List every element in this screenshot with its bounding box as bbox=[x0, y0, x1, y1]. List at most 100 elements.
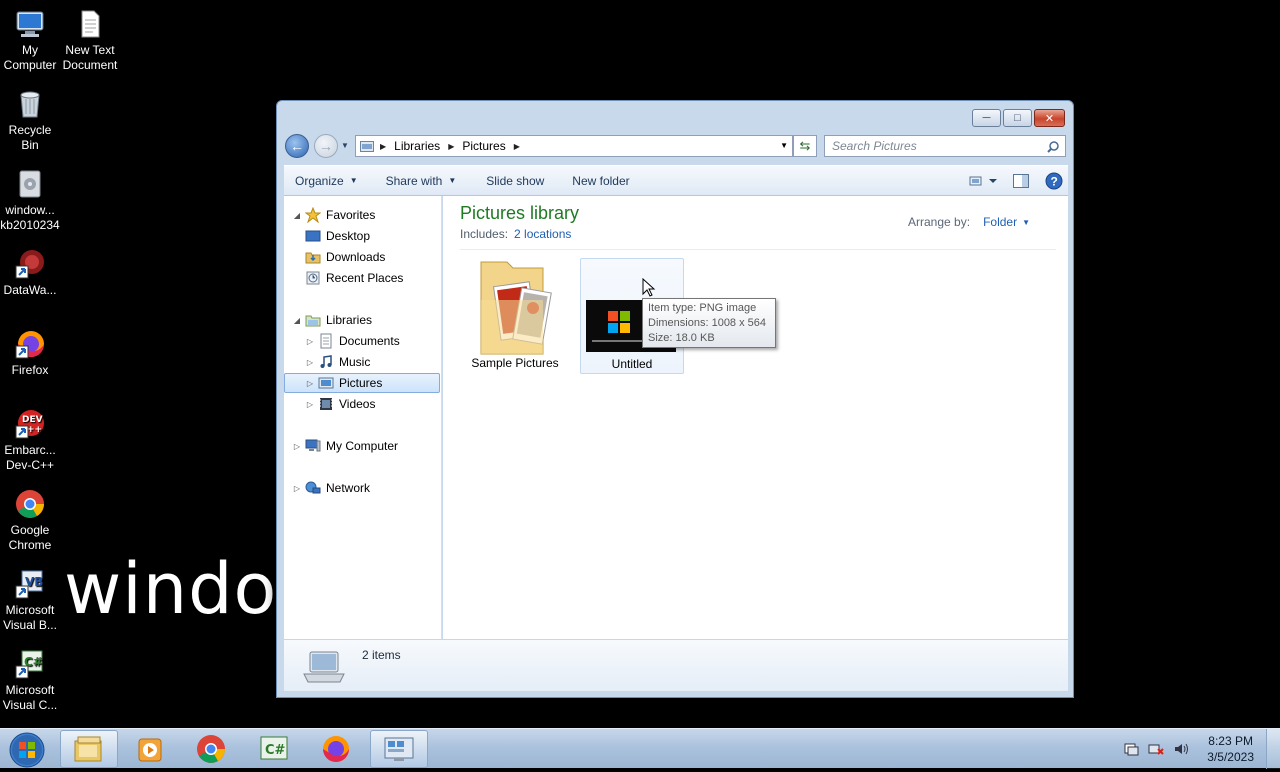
desktop-icon-firefox[interactable]: Firefox bbox=[0, 328, 60, 378]
tree-item-desktop[interactable]: Desktop bbox=[305, 226, 370, 246]
breadcrumb-chevron-icon[interactable]: ▶ bbox=[380, 142, 386, 151]
videos-icon bbox=[318, 396, 334, 412]
tree-item-my-computer[interactable]: ▷ My Computer bbox=[292, 436, 398, 456]
collapse-icon[interactable]: ◢ bbox=[292, 211, 302, 220]
change-view-button[interactable] bbox=[966, 169, 1002, 193]
firefox-icon bbox=[14, 328, 46, 360]
start-button[interactable] bbox=[7, 731, 47, 769]
desktop-icon-visual-basic[interactable]: VB Microsoft Visual B... bbox=[0, 568, 60, 633]
help-button[interactable]: ? bbox=[1040, 169, 1068, 193]
desktop-icon-label: New Text Document bbox=[62, 43, 118, 72]
slide-show-label: Slide show bbox=[486, 173, 545, 188]
desktop-icon-new-text-document[interactable]: New Text Document bbox=[60, 8, 120, 73]
preview-pane-button[interactable] bbox=[1007, 169, 1035, 193]
tree-item-videos[interactable]: ▷ Videos bbox=[305, 394, 376, 414]
tree-item-libraries[interactable]: ◢ Libraries bbox=[292, 310, 372, 330]
forward-button[interactable]: → bbox=[314, 134, 338, 158]
taskbar-explorer[interactable] bbox=[60, 730, 118, 768]
taskbar-control-panel[interactable] bbox=[370, 730, 428, 768]
refresh-button[interactable]: ⇆ bbox=[793, 135, 817, 157]
explorer-window[interactable]: ─ □ ✕ ← → ▼ ▶ Libraries ▶ Pictures ▶ ▼ ⇆… bbox=[276, 100, 1074, 698]
search-icon[interactable] bbox=[1047, 139, 1059, 153]
expand-icon[interactable]: ▷ bbox=[292, 484, 302, 493]
tree-item-network[interactable]: ▷ Network bbox=[292, 478, 370, 498]
view-controls: ? bbox=[961, 169, 1068, 193]
network-disconnected-icon[interactable] bbox=[1147, 740, 1165, 758]
tree-item-music[interactable]: ▷ Music bbox=[305, 352, 370, 372]
desktop-icon-label: Firefox bbox=[11, 363, 49, 377]
show-desktop-button[interactable] bbox=[1266, 729, 1280, 769]
tree-item-recent-places[interactable]: Recent Places bbox=[305, 268, 403, 288]
tooltip-dimensions: Dimensions: 1008 x 564 bbox=[648, 317, 767, 329]
organize-menu[interactable]: Organize ▼ bbox=[286, 169, 367, 193]
star-icon bbox=[304, 206, 322, 224]
search-placeholder: Search Pictures bbox=[832, 139, 917, 153]
caret-down-icon: ▼ bbox=[448, 176, 457, 185]
network-icon bbox=[305, 480, 321, 496]
caret-down-icon[interactable]: ▼ bbox=[1022, 218, 1030, 227]
arrange-by-dropdown[interactable]: Folder bbox=[983, 215, 1017, 229]
caption-buttons: ─ □ ✕ bbox=[970, 109, 1065, 127]
tree-label: Network bbox=[326, 481, 371, 495]
tree-item-favorites[interactable]: ◢ Favorites bbox=[292, 205, 375, 225]
tree-label: Desktop bbox=[326, 229, 371, 243]
minimize-button[interactable]: ─ bbox=[972, 109, 1001, 127]
desktop-icon-my-computer[interactable]: My Computer bbox=[0, 8, 60, 73]
desktop-icon-label: Microsoft Visual B... bbox=[3, 603, 57, 632]
expand-icon[interactable]: ▷ bbox=[305, 337, 315, 346]
tree-item-documents[interactable]: ▷ Documents bbox=[305, 331, 400, 351]
desktop-icon-windows-update[interactable]: window... kb2010234 bbox=[0, 168, 60, 233]
desktop-icon-label: Microsoft Visual C... bbox=[2, 683, 58, 712]
address-bar[interactable]: ▶ Libraries ▶ Pictures ▶ ▼ bbox=[355, 135, 793, 157]
maximize-button[interactable]: □ bbox=[1003, 109, 1032, 127]
desktop-icon-datawa[interactable]: DataWa... bbox=[0, 248, 60, 298]
taskbar-media-player[interactable] bbox=[120, 730, 178, 768]
desktop-icon-recycle-bin[interactable]: Recycle Bin bbox=[0, 88, 60, 153]
arrange-by-label: Arrange by: bbox=[908, 215, 971, 229]
library-locations-link[interactable]: 2 locations bbox=[514, 227, 571, 241]
expand-icon[interactable]: ▷ bbox=[305, 358, 315, 367]
slide-show-button[interactable]: Slide show bbox=[477, 169, 553, 193]
desktop-icon-visual-csharp[interactable]: C# Microsoft Visual C... bbox=[0, 648, 60, 713]
search-input[interactable]: Search Pictures bbox=[824, 135, 1066, 157]
expand-icon[interactable]: ▷ bbox=[305, 379, 315, 388]
expand-icon[interactable]: ▷ bbox=[292, 442, 302, 451]
folder-item-sample-pictures[interactable]: Sample Pictures bbox=[463, 258, 567, 374]
forward-arrow-icon: → bbox=[319, 138, 333, 154]
volume-icon[interactable] bbox=[1172, 740, 1190, 758]
breadcrumb-libraries[interactable]: Libraries bbox=[394, 139, 440, 153]
new-folder-label: New folder bbox=[572, 173, 630, 188]
back-button[interactable]: ← bbox=[285, 134, 309, 158]
expand-icon[interactable]: ▷ bbox=[305, 400, 315, 409]
tree-label: Libraries bbox=[326, 313, 373, 327]
libraries-icon bbox=[305, 312, 321, 328]
share-with-menu[interactable]: Share with ▼ bbox=[377, 169, 466, 193]
content-pane[interactable]: Pictures library Includes: 2 locations Ar… bbox=[443, 196, 1068, 639]
taskbar-chrome[interactable] bbox=[182, 730, 240, 768]
view-icon bbox=[969, 176, 997, 186]
address-dropdown-icon[interactable]: ▼ bbox=[780, 141, 788, 150]
text-document-icon bbox=[74, 8, 106, 40]
installer-icon bbox=[14, 168, 46, 200]
new-folder-button[interactable]: New folder bbox=[563, 169, 638, 193]
share-with-label: Share with bbox=[385, 173, 443, 188]
breadcrumb-pictures[interactable]: Pictures bbox=[462, 139, 505, 153]
tree-item-pictures[interactable]: ▷ Pictures bbox=[284, 373, 440, 393]
recent-pages-dropdown[interactable]: ▼ bbox=[341, 141, 349, 150]
taskbar-firefox[interactable] bbox=[307, 730, 365, 768]
tree-item-downloads[interactable]: Downloads bbox=[305, 247, 385, 267]
collapse-icon[interactable]: ◢ bbox=[292, 316, 302, 325]
breadcrumb-chevron-icon[interactable]: ▶ bbox=[514, 142, 520, 151]
includes-label: Includes: bbox=[460, 227, 509, 241]
clock-time: 8:23 PM bbox=[1208, 734, 1253, 748]
taskbar-visual-csharp[interactable]: C# bbox=[245, 730, 303, 768]
action-center-icon[interactable] bbox=[1122, 740, 1140, 758]
tree-label: My Computer bbox=[326, 439, 399, 453]
close-button[interactable]: ✕ bbox=[1034, 109, 1065, 127]
close-icon: ✕ bbox=[1044, 112, 1055, 125]
desktop-icon-dev-cpp[interactable]: DEV ++ Embarc... Dev-C++ bbox=[0, 408, 60, 473]
desktop-icon-google-chrome[interactable]: Google Chrome bbox=[0, 488, 60, 553]
breadcrumb-chevron-icon[interactable]: ▶ bbox=[448, 142, 454, 151]
clock[interactable]: 8:23 PM 3/5/2023 bbox=[1207, 733, 1254, 765]
tree-label: Favorites bbox=[326, 208, 376, 222]
